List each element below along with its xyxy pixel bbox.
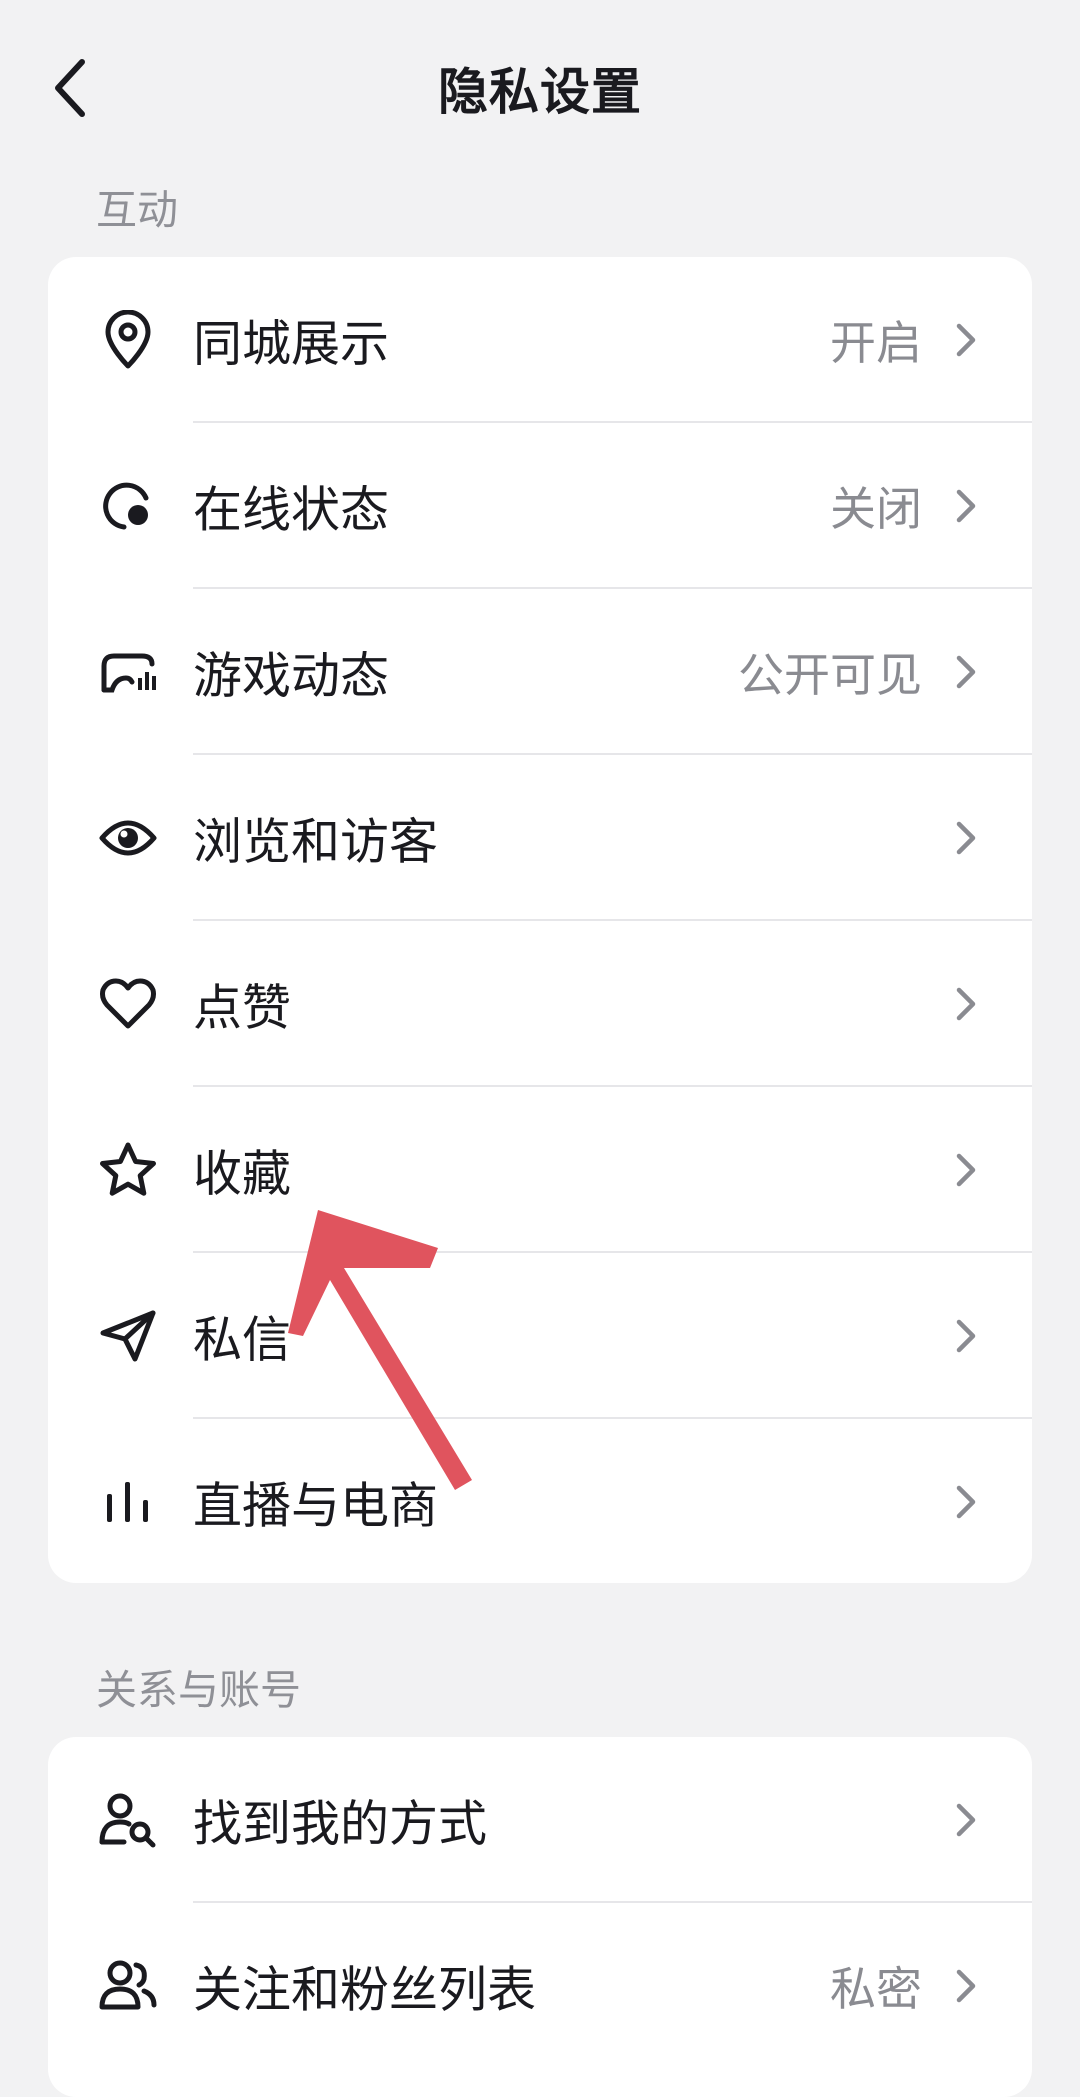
chevron-right-icon: [948, 1480, 984, 1524]
star-icon: [96, 1138, 160, 1202]
setting-row-find-me[interactable]: 找到我的方式: [48, 1737, 1032, 1903]
setting-label: 浏览和访客: [193, 813, 439, 871]
setting-label: 找到我的方式: [193, 1795, 488, 1853]
chevron-right-icon: [948, 1798, 984, 1842]
setting-label: 收藏: [193, 1145, 292, 1203]
section-title-relations-account: 关系与账号: [96, 1666, 301, 1714]
setting-row-online-status[interactable]: 在线状态 关闭: [48, 423, 1032, 589]
paper-plane-icon: [96, 1304, 160, 1368]
chevron-right-icon: [948, 318, 984, 362]
section-title-interaction: 互动: [96, 186, 178, 234]
setting-label: 直播与电商: [193, 1477, 439, 1535]
setting-row-nearby-display[interactable]: 同城展示 开启: [48, 257, 1032, 423]
heart-icon: [96, 972, 160, 1036]
eye-icon: [96, 806, 160, 870]
setting-row-direct-messages[interactable]: 私信: [48, 1253, 1032, 1419]
setting-row-following-followers[interactable]: 关注和粉丝列表 私密: [48, 1903, 1032, 2069]
setting-value: 私密: [830, 1962, 922, 2016]
online-status-icon: [96, 474, 160, 538]
setting-row-views-visitors[interactable]: 浏览和访客: [48, 755, 1032, 921]
setting-row-favorites[interactable]: 收藏: [48, 1087, 1032, 1253]
chevron-right-icon: [948, 1314, 984, 1358]
setting-label: 关注和粉丝列表: [193, 1961, 537, 2019]
setting-value: 关闭: [830, 482, 922, 536]
interaction-settings-card: 同城展示 开启 在线状态 关闭 游戏动态 公开可见 浏览和访客 点赞 收藏 私信…: [48, 257, 1032, 1583]
page-title: 隐私设置: [438, 63, 642, 121]
setting-row-live-ecommerce[interactable]: 直播与电商: [48, 1419, 1032, 1583]
users-icon: [96, 1954, 160, 2018]
setting-label: 同城展示: [193, 315, 390, 373]
chevron-right-icon: [948, 816, 984, 860]
relations-account-card: 找到我的方式 关注和粉丝列表 私密: [48, 1737, 1032, 2097]
user-search-icon: [96, 1788, 160, 1852]
chevron-right-icon: [948, 650, 984, 694]
setting-value: 公开可见: [738, 648, 922, 702]
navigation-bar: 隐私设置: [0, 0, 1080, 170]
chevron-right-icon: [948, 1148, 984, 1192]
setting-label: 点赞: [193, 979, 292, 1037]
chevron-right-icon: [948, 1964, 984, 2008]
setting-row-game-activity[interactable]: 游戏动态 公开可见: [48, 589, 1032, 755]
setting-label: 在线状态: [193, 481, 390, 539]
chevron-right-icon: [948, 982, 984, 1026]
setting-value: 开启: [830, 316, 922, 370]
setting-row-likes[interactable]: 点赞: [48, 921, 1032, 1087]
gamepad-icon: [96, 640, 160, 704]
bar-chart-icon: [96, 1470, 160, 1534]
chevron-right-icon: [948, 484, 984, 528]
setting-label: 游戏动态: [193, 647, 390, 705]
location-pin-icon: [96, 308, 160, 372]
setting-label: 私信: [193, 1311, 292, 1369]
